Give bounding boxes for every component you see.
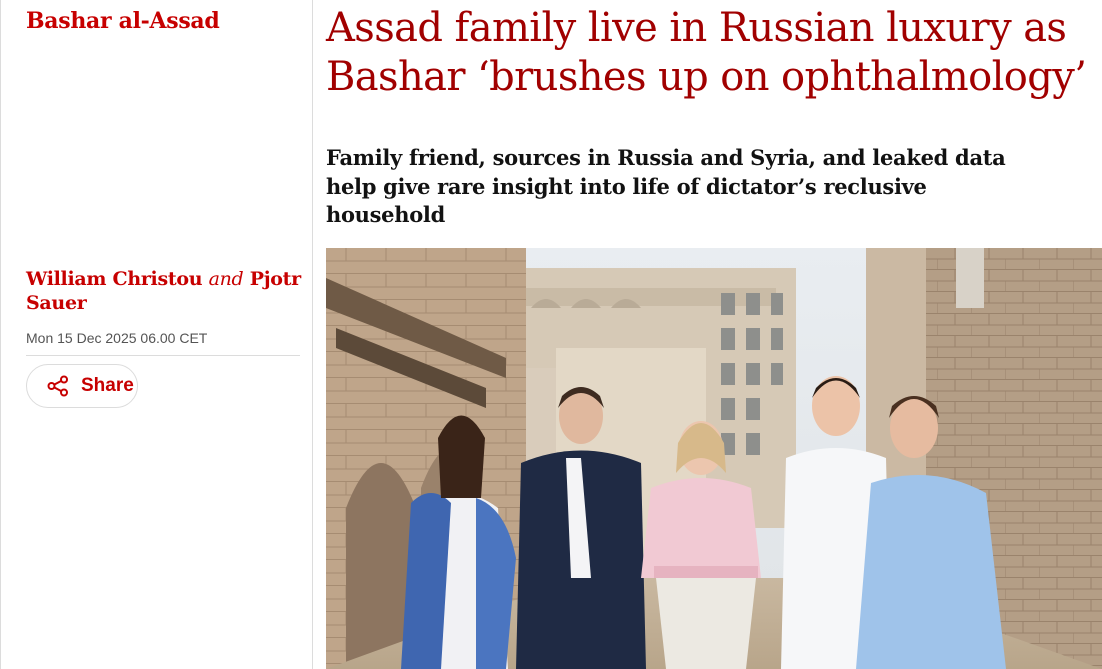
share-button[interactable]: Share — [26, 364, 138, 408]
article-headline: Assad family live in Russian luxury as B… — [326, 5, 1087, 100]
byline: William Christou and Pjotr Sauer — [26, 267, 306, 315]
byline-conjunction: and — [208, 268, 244, 290]
author-link-1[interactable]: William Christou — [26, 268, 203, 290]
section-tag-link[interactable]: Bashar al-Assad — [26, 6, 220, 36]
meta-divider — [26, 355, 300, 356]
publish-date: Mon 15 Dec 2025 06.00 CET — [26, 330, 208, 346]
article-photo[interactable] — [326, 248, 1102, 669]
share-label: Share — [81, 375, 134, 396]
left-border — [0, 0, 1, 669]
column-divider — [312, 0, 313, 669]
article-standfirst: Family friend, sources in Russia and Syr… — [326, 145, 1006, 227]
share-icon — [47, 375, 68, 397]
